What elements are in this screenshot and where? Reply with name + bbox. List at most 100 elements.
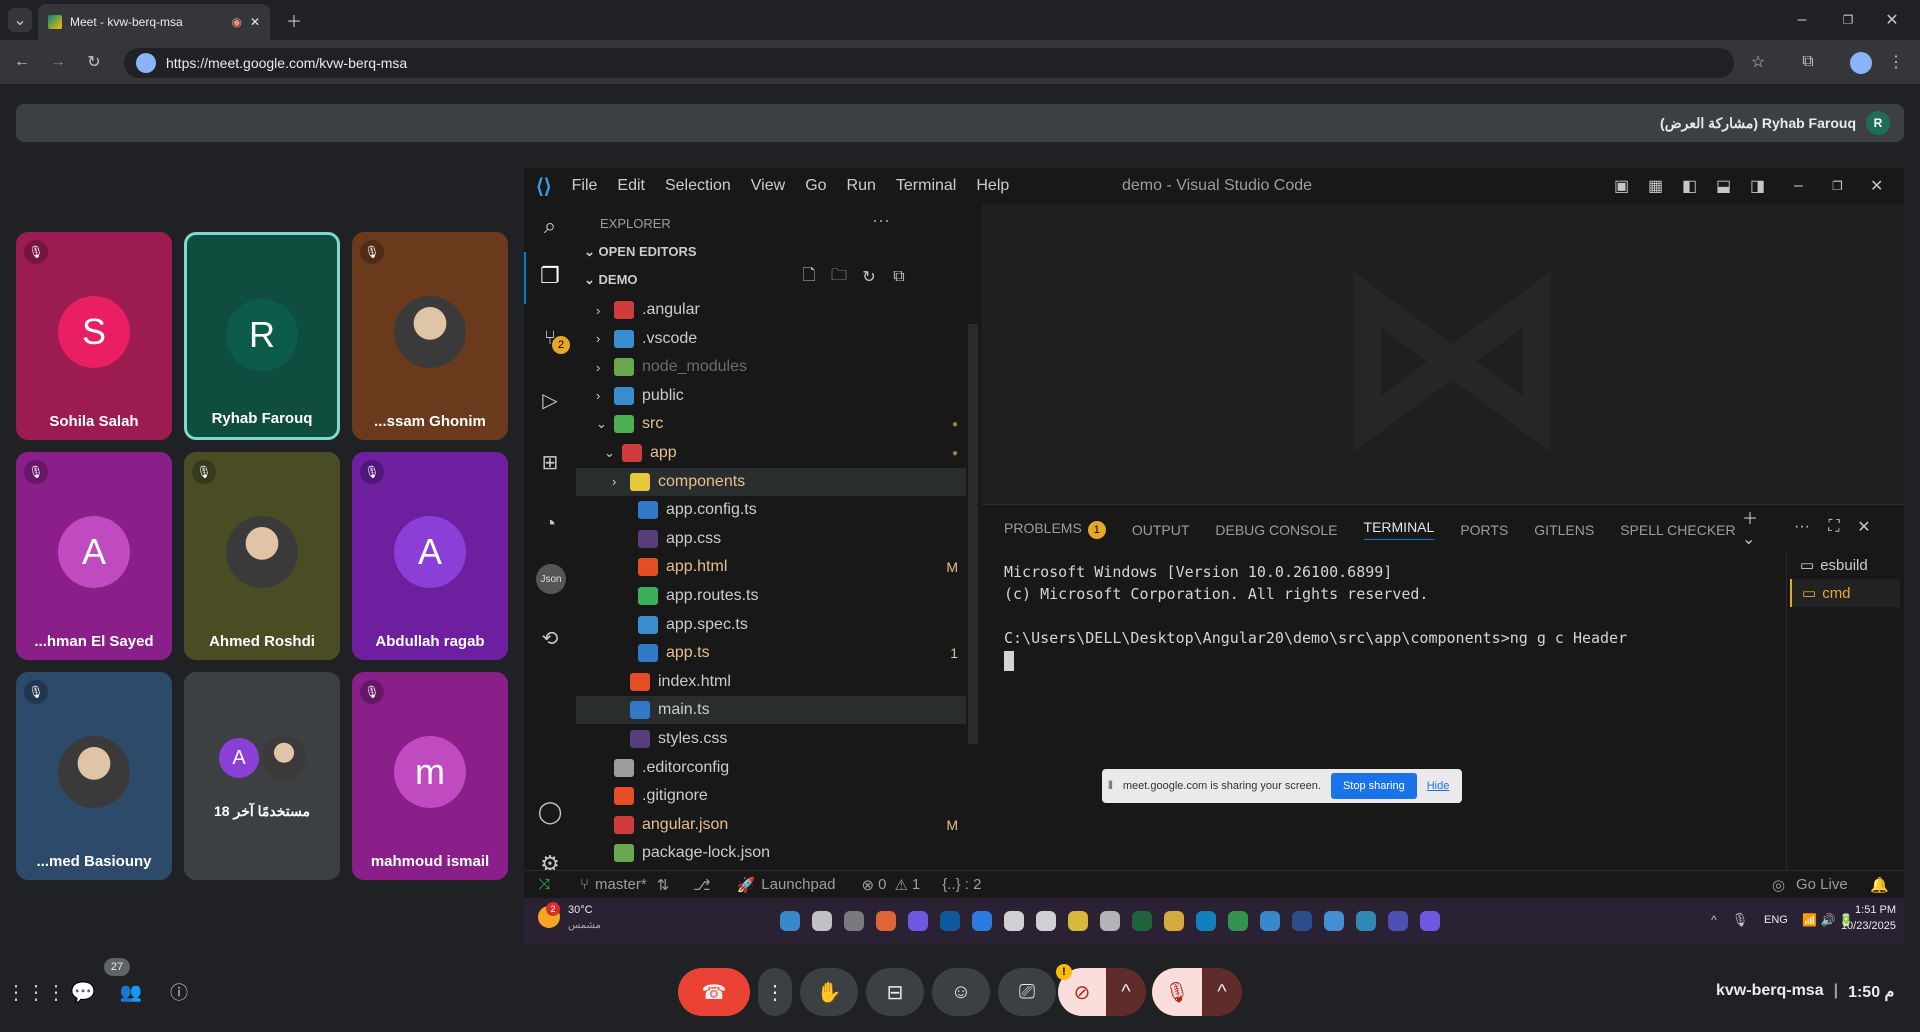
file-tree-item[interactable]: › .vscode [576, 325, 966, 353]
menu-item-terminal[interactable]: Terminal [896, 177, 956, 195]
vs-close-icon[interactable]: ✕ [1870, 176, 1883, 196]
toggle-panel-icon[interactable]: ⬓ [1716, 176, 1731, 196]
participant-tile[interactable]: 🎙 m mahmoud ismail [352, 672, 508, 880]
remote-icon[interactable]: ⤨ [538, 876, 550, 893]
file-tree-item[interactable]: app.spec.ts [576, 611, 966, 639]
captions-button[interactable]: ⊟ [866, 968, 924, 1016]
graph-icon[interactable]: ⎇ [693, 876, 710, 894]
notifications-bell-icon[interactable]: 🔔 [1870, 876, 1889, 894]
gitlens-icon[interactable]: ⟲ [536, 624, 564, 652]
weather-temp[interactable]: 30°C [568, 904, 593, 916]
app-icon[interactable] [1420, 911, 1440, 931]
extensions-icon[interactable]: ⧉ [1796, 50, 1820, 74]
menu-item-go[interactable]: Go [805, 177, 826, 195]
close-window-icon[interactable]: ✕ [1880, 8, 1904, 32]
file-icon[interactable] [1036, 911, 1056, 931]
panel-tab-problems[interactable]: PROBLEMS 1 [1004, 520, 1106, 539]
edge-icon[interactable] [1196, 911, 1216, 931]
participant-tile[interactable]: 🎙 Ahmed Roshdi [184, 452, 340, 660]
errors-count[interactable]: 0 [878, 876, 886, 893]
start-menu-icon[interactable] [780, 911, 800, 931]
file-tree-item[interactable]: app.ts 1 [576, 639, 966, 667]
mic-toggle-button[interactable]: 🎙 [1152, 968, 1202, 1016]
word-icon[interactable] [1292, 911, 1312, 931]
participant-tile[interactable]: 🎙 ...ssam Ghonim [352, 232, 508, 440]
language-indicator[interactable]: ENG [1764, 914, 1788, 926]
panel-tab-gitlens[interactable]: GITLENS [1534, 522, 1594, 538]
camera-options-button[interactable]: ^ [1106, 968, 1146, 1016]
file-tree-item[interactable]: app.config.ts [576, 496, 966, 524]
taskbar-time[interactable]: 1:51 PM [1844, 904, 1896, 916]
menu-item-file[interactable]: File [572, 177, 598, 195]
vscode-icon[interactable] [1260, 911, 1280, 931]
profile-avatar[interactable] [1850, 52, 1872, 74]
present-button[interactable]: ⎚ [998, 968, 1056, 1016]
task-view-icon[interactable] [844, 911, 864, 931]
people-icon[interactable]: 👥 [118, 980, 144, 1004]
terminal-list-item[interactable]: ▭ esbuild [1790, 551, 1900, 579]
extensions-icon[interactable]: ⊞ [536, 448, 564, 476]
panel-more-icon[interactable]: ··· [1790, 515, 1814, 539]
back-icon[interactable]: ← [10, 50, 34, 74]
reload-icon[interactable]: ↻ [82, 50, 106, 74]
file-tree-item[interactable]: ⌄ app ● [576, 439, 966, 467]
open-editors-header[interactable]: ⌄ OPEN EDITORS [584, 244, 697, 260]
restore-icon[interactable]: ❐ [1836, 8, 1860, 32]
file-tree-item[interactable]: app.css [576, 525, 966, 553]
copilot-icon[interactable] [908, 911, 928, 931]
participant-tile[interactable]: 🎙 S Sohila Salah [16, 232, 172, 440]
errors-icon[interactable]: ⊗ [862, 876, 875, 894]
panel-tab-terminal[interactable]: TERMINAL [1363, 519, 1435, 540]
file-tree-item[interactable]: angular.json M [576, 811, 966, 839]
menu-item-view[interactable]: View [751, 177, 785, 195]
launchpad-icon[interactable]: 🚀 [737, 876, 756, 894]
file-tree-item[interactable]: › .angular [576, 296, 966, 324]
stop-sharing-button[interactable]: Stop sharing [1330, 773, 1417, 799]
excel-icon[interactable] [1132, 911, 1152, 931]
teams-icon[interactable] [1388, 911, 1408, 931]
branch-icon[interactable]: ⑂ [580, 876, 589, 893]
file-tree-item[interactable]: app.html M [576, 553, 966, 581]
toggle-sidebar-icon[interactable]: ◧ [1682, 176, 1697, 196]
chrome-icon[interactable] [1228, 911, 1248, 931]
close-panel-icon[interactable]: ✕ [1852, 515, 1876, 539]
json-icon[interactable]: Json [536, 564, 566, 594]
launchpad-label[interactable]: Launchpad [761, 876, 835, 893]
file-icon[interactable] [1004, 911, 1024, 931]
toggle-secondary-sidebar-icon[interactable]: ◨ [1750, 176, 1765, 196]
maximize-panel-icon[interactable]: ⛶ [1822, 515, 1846, 539]
sticky-notes-icon[interactable] [1068, 911, 1088, 931]
layout-icon[interactable]: ▦ [1648, 176, 1663, 196]
go-live-icon[interactable]: ◎ [1772, 876, 1785, 894]
panel-tab-debug-console[interactable]: DEBUG CONSOLE [1215, 522, 1337, 538]
collapse-all-icon[interactable]: ⧉ [888, 266, 910, 288]
file-tree-item[interactable]: index.html [576, 668, 966, 696]
menu-item-run[interactable]: Run [847, 177, 876, 195]
file-tree-item[interactable]: .gitignore [576, 782, 966, 810]
new-folder-icon[interactable]: 🗀 [828, 266, 850, 288]
menu-item-edit[interactable]: Edit [617, 177, 645, 195]
site-info-icon[interactable] [136, 53, 156, 73]
browser-tab[interactable]: Meet - kvw-berq-msa ◉ ✕ [38, 4, 270, 40]
branch-name[interactable]: master* [595, 876, 647, 893]
panel-tab-output[interactable]: OUTPUT [1132, 522, 1190, 538]
participant-tile[interactable]: R Ryhab Farouq [184, 232, 340, 440]
forward-icon[interactable]: → [46, 50, 70, 74]
minimize-icon[interactable]: – [1790, 8, 1814, 32]
file-tree-item[interactable]: ⌄ src ● [576, 410, 966, 438]
app-icon[interactable] [1356, 911, 1376, 931]
terminal-output[interactable]: Microsoft Windows [Version 10.0.26100.68… [1004, 561, 1627, 649]
explorer-more-icon[interactable]: ··· [872, 210, 890, 231]
info-icon[interactable]: ⓘ [167, 980, 191, 1004]
explorer-icon[interactable]: ❐ [536, 262, 564, 290]
chat-icon[interactable]: 💬 [70, 980, 96, 1004]
mic-muted-tray-icon[interactable]: 🎙 [1730, 910, 1750, 930]
participant-tile[interactable]: A 18 مستخدمًا آخر [184, 672, 340, 880]
more-options-button[interactable]: ⋮ [758, 968, 792, 1016]
remote-explorer-icon[interactable]: ◔ [536, 510, 564, 538]
menu-item-help[interactable]: Help [976, 177, 1009, 195]
panel-tab-spell-checker[interactable]: SPELL CHECKER [1620, 522, 1735, 538]
file-tree-item[interactable]: app.routes.ts [576, 582, 966, 610]
reactions-button[interactable]: ☺ [932, 968, 990, 1016]
terminal-list-item[interactable]: ▭ cmd [1790, 579, 1900, 607]
